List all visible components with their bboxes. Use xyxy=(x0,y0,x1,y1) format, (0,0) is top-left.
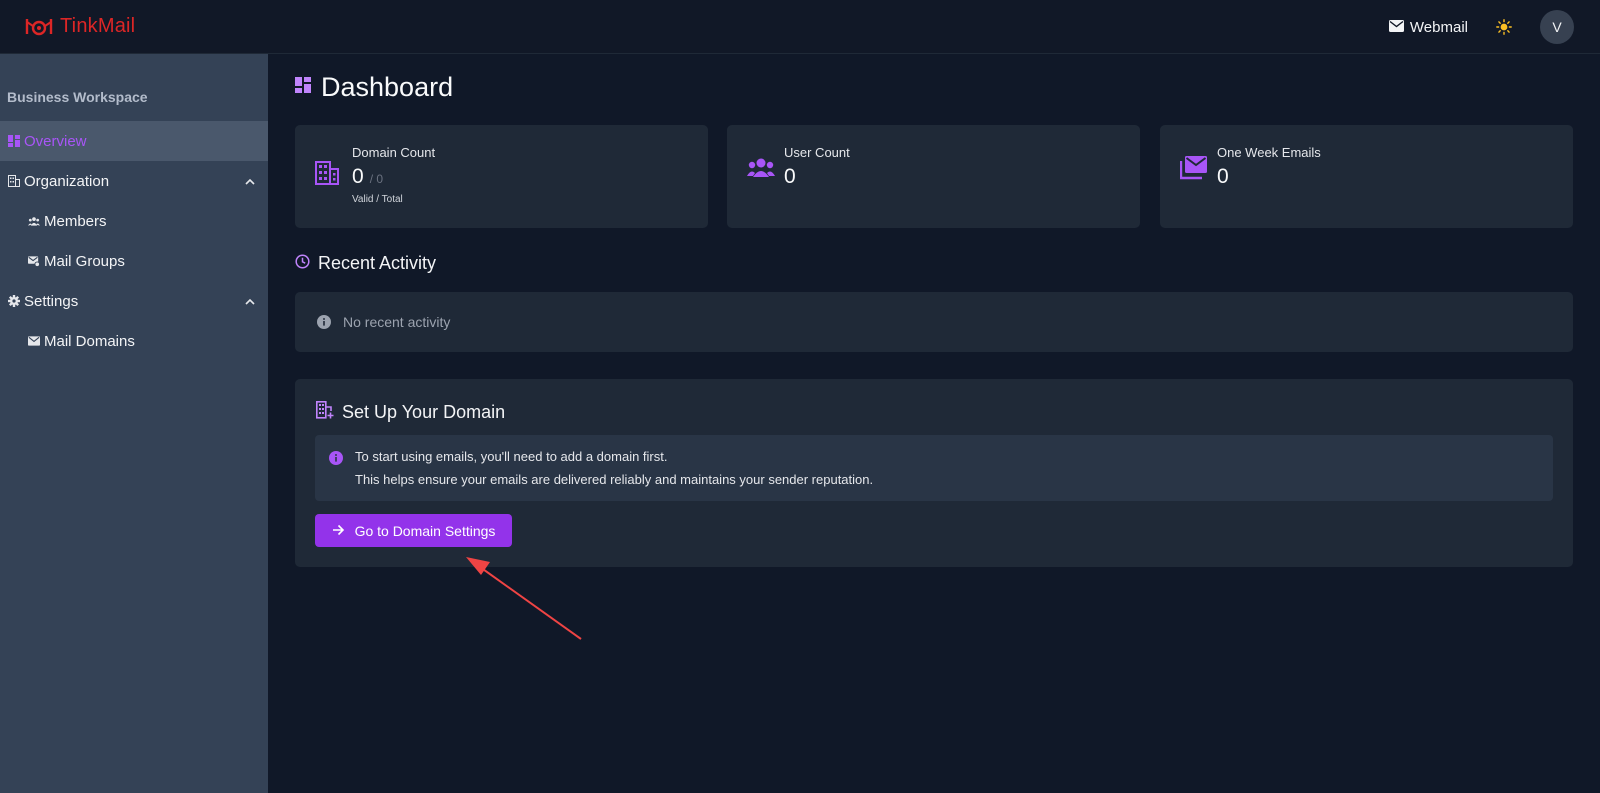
page-title: Dashboard xyxy=(295,72,453,103)
sidebar-item-label: Members xyxy=(44,212,107,230)
sidebar-item-settings[interactable]: Settings xyxy=(0,281,268,321)
stat-total: / 0 xyxy=(369,172,384,186)
workspace-title: Business Workspace xyxy=(7,89,148,105)
mail-group-icon xyxy=(28,255,40,267)
go-to-domain-settings-label: Go to Domain Settings xyxy=(354,522,496,539)
sidebar-item-label: Overview xyxy=(24,132,87,150)
info-icon xyxy=(329,451,343,465)
clock-icon xyxy=(295,253,310,274)
sidebar-item-overview[interactable]: Overview xyxy=(0,121,268,161)
stat-card-one-week-emails: One Week Emails 0 xyxy=(1160,125,1573,228)
sidebar-item-mail-groups[interactable]: Mail Groups xyxy=(0,241,268,281)
users-icon xyxy=(747,157,775,185)
stat-card-domain-count: Domain Count 0 / 0 Valid / Total xyxy=(295,125,708,228)
dashboard-icon xyxy=(295,77,311,98)
building-icon xyxy=(8,175,20,187)
sidebar-item-label: Mail Domains xyxy=(44,332,135,350)
mail-stack-icon xyxy=(1179,155,1208,183)
stat-sublabel: Valid / Total xyxy=(352,194,403,205)
main-content: Dashboard Domain Count 0 / 0 Valid / Tota… xyxy=(268,54,1600,793)
webmail-link[interactable]: Webmail xyxy=(1388,18,1468,36)
sidebar-item-mail-domains[interactable]: Mail Domains xyxy=(0,321,268,361)
building-icon xyxy=(315,161,343,189)
page-title-text: Dashboard xyxy=(321,72,454,102)
setup-info-line-1: To start using emails, you'll need to ad… xyxy=(355,449,668,464)
arrow-right-icon xyxy=(332,523,345,539)
stat-value: 0 / 0 xyxy=(352,165,383,189)
sidebar: Business Workspace Overview Organization… xyxy=(0,54,268,793)
sidebar-item-members[interactable]: Members xyxy=(0,201,268,241)
setup-info-line-2: This helps ensure your emails are delive… xyxy=(355,472,874,487)
recent-activity-title-text: Recent Activity xyxy=(318,253,437,273)
info-icon xyxy=(317,315,331,329)
chevron-up-icon[interactable] xyxy=(244,175,256,187)
sidebar-item-organization[interactable]: Organization xyxy=(0,161,268,201)
gear-icon xyxy=(8,295,20,307)
setup-domain-title-text: Set Up Your Domain xyxy=(342,402,506,422)
setup-domain-title: Set Up Your Domain xyxy=(316,401,505,424)
mail-icon xyxy=(1388,19,1404,36)
recent-activity-panel: No recent activity xyxy=(295,292,1573,352)
setup-info-box: To start using emails, you'll need to ad… xyxy=(315,435,1553,501)
stat-label: User Count xyxy=(784,145,850,160)
stat-value: 0 xyxy=(784,165,796,188)
users-icon xyxy=(28,215,40,227)
setup-domain-card: Set Up Your Domain To start using emails… xyxy=(295,379,1573,567)
mail-icon xyxy=(28,335,40,347)
add-building-icon xyxy=(316,401,334,424)
recent-activity-empty-text: No recent activity xyxy=(343,314,451,330)
stat-card-user-count: User Count 0 xyxy=(727,125,1140,228)
sidebar-item-label: Settings xyxy=(24,292,79,310)
recent-activity-title: Recent Activity xyxy=(295,253,436,274)
dashboard-icon xyxy=(8,135,20,147)
stat-label: Domain Count xyxy=(352,145,436,160)
chevron-up-icon[interactable] xyxy=(244,295,256,307)
stat-label: One Week Emails xyxy=(1217,145,1321,160)
stat-value: 0 xyxy=(1217,165,1229,188)
brand-name: TinkMail xyxy=(60,15,136,37)
go-to-domain-settings-button[interactable]: Go to Domain Settings xyxy=(315,514,512,547)
theme-toggle-sun-icon[interactable] xyxy=(1494,17,1514,37)
top-bar: TinkMail Webmail V xyxy=(0,0,1600,54)
sidebar-item-label: Mail Groups xyxy=(44,252,125,270)
avatar[interactable]: V xyxy=(1540,10,1574,44)
webmail-label: Webmail xyxy=(1409,18,1468,36)
brand-logo-icon xyxy=(24,14,54,40)
sidebar-item-label: Organization xyxy=(24,172,110,190)
brand[interactable]: TinkMail xyxy=(24,14,135,40)
stat-value-number: 0 xyxy=(352,165,364,188)
